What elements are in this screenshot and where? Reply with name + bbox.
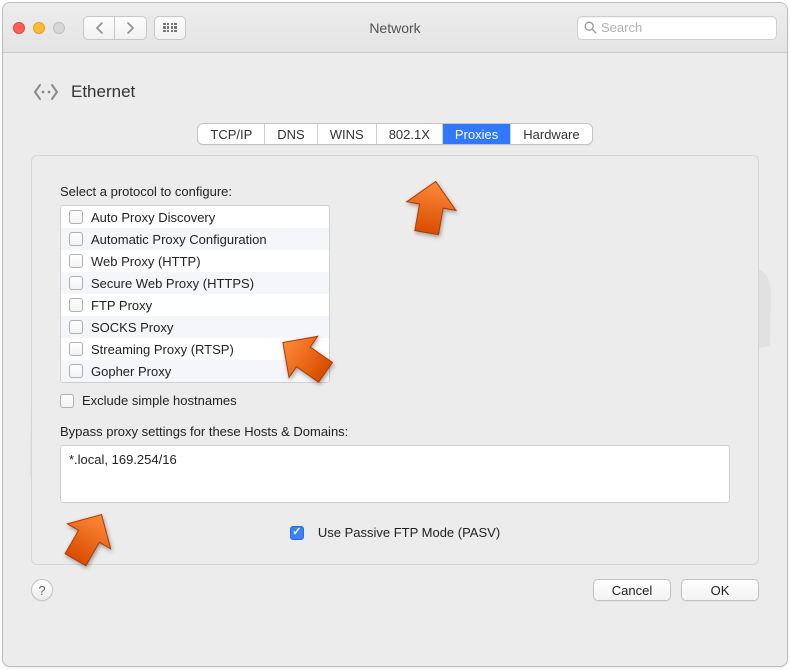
- pasv-row[interactable]: Use Passive FTP Mode (PASV): [60, 525, 730, 540]
- search-icon: [584, 21, 597, 34]
- tab-tcpip[interactable]: TCP/IP: [198, 124, 265, 144]
- protocol-item-label: Web Proxy (HTTP): [91, 254, 201, 269]
- window-controls: [13, 22, 65, 34]
- preferences-window: Network PCrisk.com Ethernet TCP/IP DNS W…: [2, 2, 788, 667]
- protocol-item-ftp[interactable]: FTP Proxy: [61, 294, 329, 316]
- header-row: Ethernet: [3, 53, 787, 123]
- protocol-item-auto-discovery[interactable]: Auto Proxy Discovery: [61, 206, 329, 228]
- help-icon: ?: [38, 583, 45, 598]
- back-button[interactable]: [83, 16, 115, 40]
- checkbox[interactable]: [69, 298, 83, 312]
- protocol-item-auto-config[interactable]: Automatic Proxy Configuration: [61, 228, 329, 250]
- protocol-item-label: Auto Proxy Discovery: [91, 210, 215, 225]
- content-area: PCrisk.com Ethernet TCP/IP DNS WINS 802.…: [3, 53, 787, 666]
- bypass-value: *.local, 169.254/16: [69, 452, 177, 467]
- checkbox[interactable]: [69, 254, 83, 268]
- tab-label: DNS: [277, 127, 304, 142]
- tab-proxies[interactable]: Proxies: [443, 124, 511, 144]
- checkbox[interactable]: [69, 232, 83, 246]
- tab-hardware[interactable]: Hardware: [511, 124, 591, 144]
- forward-button[interactable]: [115, 16, 147, 40]
- close-window-button[interactable]: [13, 22, 25, 34]
- protocol-item-rtsp[interactable]: Streaming Proxy (RTSP): [61, 338, 329, 360]
- chevron-right-icon: [126, 22, 135, 34]
- protocol-item-socks[interactable]: SOCKS Proxy: [61, 316, 329, 338]
- help-button[interactable]: ?: [31, 579, 53, 601]
- protocol-item-label: Gopher Proxy: [91, 364, 171, 379]
- bypass-textarea[interactable]: *.local, 169.254/16: [60, 445, 730, 503]
- exclude-hostnames-row[interactable]: Exclude simple hostnames: [60, 393, 730, 408]
- titlebar: Network: [3, 3, 787, 53]
- protocol-item-label: Automatic Proxy Configuration: [91, 232, 267, 247]
- checkbox[interactable]: [69, 276, 83, 290]
- tab-label: WINS: [330, 127, 364, 142]
- grid-icon: [163, 23, 176, 33]
- minimize-window-button[interactable]: [33, 22, 45, 34]
- tab-strip: TCP/IP DNS WINS 802.1X Proxies Hardware: [3, 123, 787, 145]
- exclude-checkbox[interactable]: [60, 394, 74, 408]
- pasv-label: Use Passive FTP Mode (PASV): [318, 525, 500, 540]
- protocol-item-label: Streaming Proxy (RTSP): [91, 342, 234, 357]
- search-input[interactable]: [601, 20, 770, 35]
- tab-label: Proxies: [455, 127, 498, 142]
- protocol-item-https[interactable]: Secure Web Proxy (HTTPS): [61, 272, 329, 294]
- protocol-item-gopher[interactable]: Gopher Proxy: [61, 360, 329, 382]
- tab-label: Hardware: [523, 127, 579, 142]
- tab-label: 802.1X: [389, 127, 430, 142]
- chevron-left-icon: [95, 22, 104, 34]
- nav-buttons: [83, 16, 147, 40]
- tab-dns[interactable]: DNS: [265, 124, 317, 144]
- checkbox[interactable]: [69, 210, 83, 224]
- page-title: Ethernet: [71, 82, 135, 102]
- exclude-label: Exclude simple hostnames: [82, 393, 237, 408]
- search-field-wrap[interactable]: [577, 16, 777, 40]
- footer: ? Cancel OK: [3, 565, 787, 621]
- checkbox[interactable]: [69, 342, 83, 356]
- zoom-window-button[interactable]: [53, 22, 65, 34]
- protocol-item-label: SOCKS Proxy: [91, 320, 173, 335]
- tab-8021x[interactable]: 802.1X: [377, 124, 443, 144]
- ethernet-icon: [31, 77, 61, 107]
- protocol-label: Select a protocol to configure:: [60, 184, 730, 199]
- tab-wins[interactable]: WINS: [318, 124, 377, 144]
- show-all-button[interactable]: [154, 16, 186, 40]
- pasv-checkbox[interactable]: [290, 526, 304, 540]
- checkbox[interactable]: [69, 320, 83, 334]
- cancel-button[interactable]: Cancel: [593, 579, 671, 601]
- protocol-list[interactable]: Auto Proxy Discovery Automatic Proxy Con…: [60, 205, 330, 383]
- button-label: OK: [711, 583, 730, 598]
- bypass-label: Bypass proxy settings for these Hosts & …: [60, 424, 730, 439]
- tabs: TCP/IP DNS WINS 802.1X Proxies Hardware: [197, 123, 592, 145]
- protocol-item-http[interactable]: Web Proxy (HTTP): [61, 250, 329, 272]
- protocol-item-label: FTP Proxy: [91, 298, 152, 313]
- checkbox[interactable]: [69, 364, 83, 378]
- protocol-item-label: Secure Web Proxy (HTTPS): [91, 276, 254, 291]
- settings-panel: Select a protocol to configure: Auto Pro…: [31, 155, 759, 565]
- tab-label: TCP/IP: [210, 127, 252, 142]
- button-label: Cancel: [612, 583, 652, 598]
- ok-button[interactable]: OK: [681, 579, 759, 601]
